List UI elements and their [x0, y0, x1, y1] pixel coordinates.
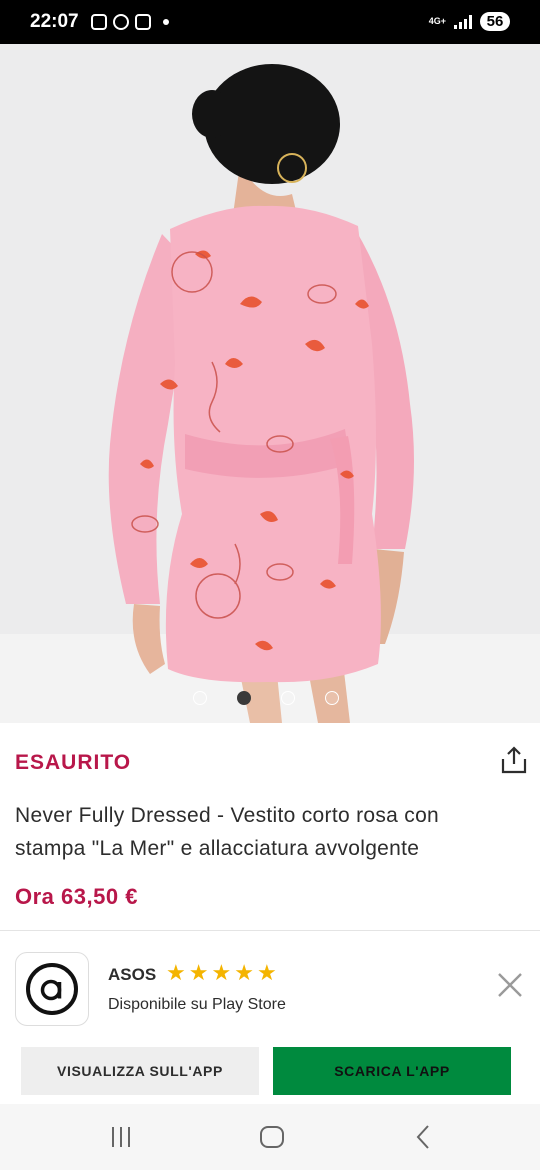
system-nav-bar [0, 1104, 540, 1170]
rating-stars: ★ ★ ★ ★ ★ [166, 962, 277, 984]
download-app-button[interactable]: SCARICA L'APP [273, 1047, 511, 1095]
star-icon: ★ [211, 960, 232, 985]
gallery-dot-active[interactable] [237, 691, 251, 705]
messenger-icon [113, 14, 129, 30]
screenshot-icon [91, 14, 107, 30]
star-icon: ★ [234, 960, 254, 985]
product-image-gallery[interactable] [0, 44, 540, 723]
network-label: 4G+ [428, 16, 446, 26]
asos-logo-icon [26, 963, 78, 1015]
dot-icon [163, 19, 169, 25]
star-icon: ★ [188, 960, 209, 985]
product-photo [0, 44, 540, 723]
instagram-icon [135, 14, 151, 30]
status-right: 4G+ 56 [429, 12, 510, 31]
view-in-app-button[interactable]: VISUALIZZA SULL'APP [21, 1047, 259, 1095]
star-icon: ★ [256, 960, 277, 985]
availability-label: ESAURITO [15, 751, 132, 774]
product-title: Never Fully Dressed - Vestito corto rosa… [15, 804, 440, 860]
home-icon[interactable] [257, 1122, 287, 1152]
gallery-dot[interactable] [193, 691, 207, 705]
gallery-dot[interactable] [281, 691, 295, 705]
star-icon: ★ [166, 960, 186, 985]
recent-apps-icon[interactable] [106, 1122, 136, 1152]
share-icon[interactable] [500, 745, 528, 775]
app-availability: Disponibile su Play Store [108, 996, 286, 1013]
asos-app-icon[interactable] [15, 952, 89, 1026]
gallery-dot[interactable] [325, 691, 339, 705]
notification-icons [91, 14, 169, 30]
product-price: Ora 63,50 € [15, 884, 138, 909]
gallery-pagination[interactable] [193, 691, 339, 705]
app-install-banner: ASOS ★ ★ ★ ★ ★ Disponibile su Play Store… [0, 930, 540, 1105]
app-name: ASOS [108, 965, 157, 984]
battery-indicator: 56 [480, 12, 510, 31]
close-icon[interactable] [496, 971, 524, 999]
status-time: 22:07 [30, 11, 79, 32]
status-bar: 22:07 4G+ 56 [0, 0, 540, 44]
signal-icon [454, 14, 472, 29]
back-icon[interactable] [409, 1122, 439, 1152]
